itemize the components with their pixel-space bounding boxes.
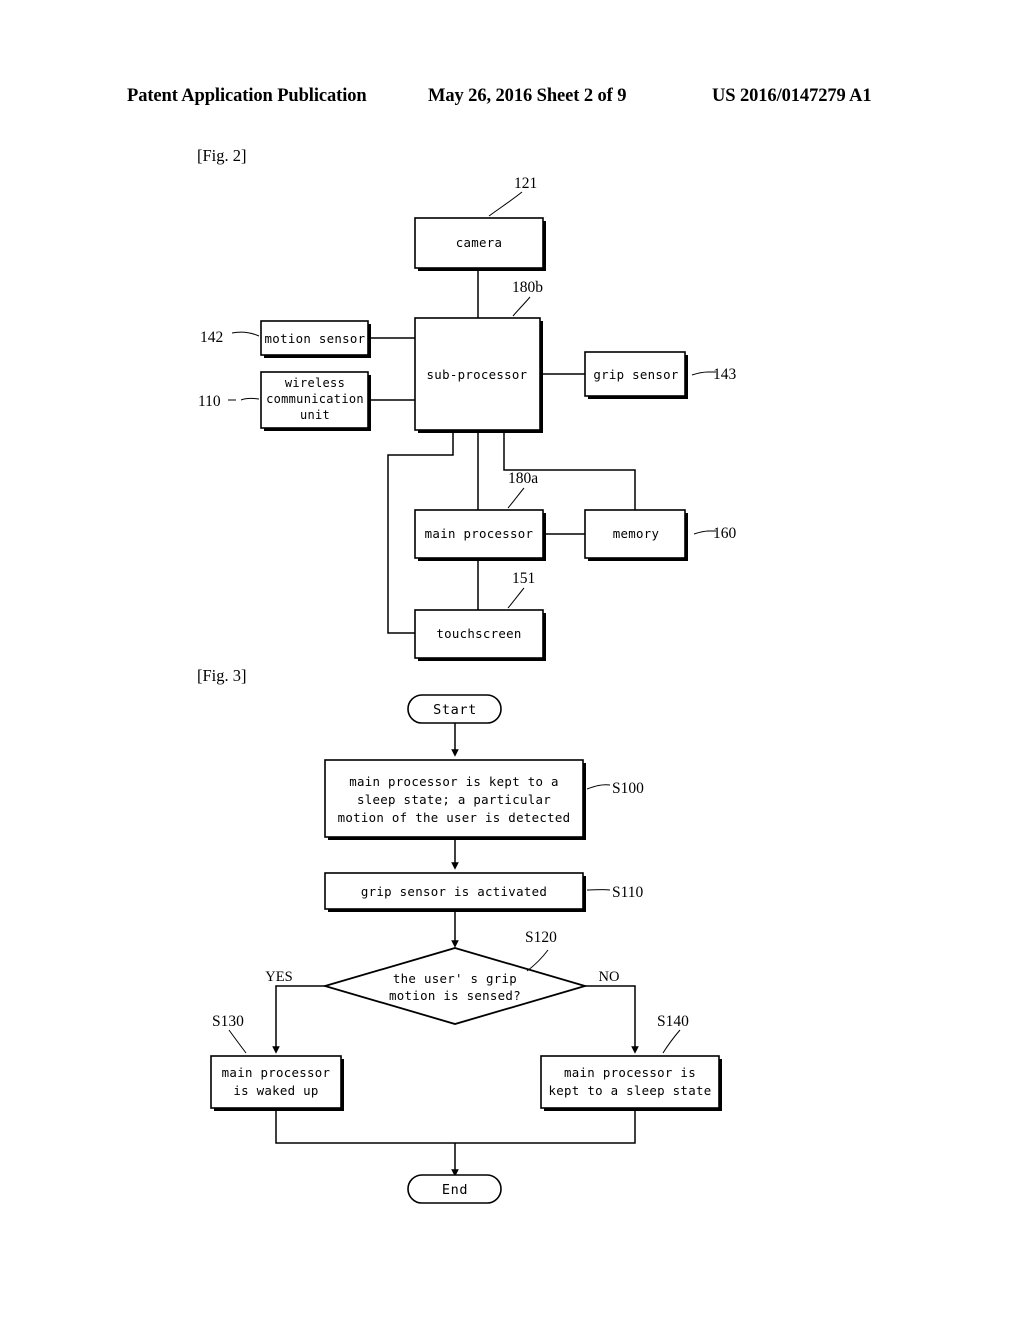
flow-node-s130: main processor is waked up xyxy=(210,1055,344,1111)
block-grip-sensor: grip sensor xyxy=(584,351,688,399)
leader-line-110 xyxy=(240,397,260,401)
leader-line-s120 xyxy=(526,949,549,972)
reference-numeral-142: 142 xyxy=(200,329,223,346)
block-sub-processor-label: sub-processor xyxy=(427,367,528,382)
connector-subprocessor-touchscreen xyxy=(387,430,454,634)
reference-label-s100: S100 xyxy=(612,780,644,797)
flow-node-s100: main processor is kept to a sleep state;… xyxy=(324,759,586,840)
flow-node-s140-line1: main processor is xyxy=(564,1065,696,1080)
leader-line-s130 xyxy=(228,1029,247,1054)
block-touchscreen-label: touchscreen xyxy=(436,626,521,641)
flow-node-end: End xyxy=(407,1174,502,1204)
block-main-processor: main processor xyxy=(414,509,546,561)
flow-node-s100-line3: motion of the user is detected xyxy=(338,810,571,825)
flow-node-s130-line1: main processor xyxy=(222,1065,331,1080)
reference-numeral-180a: 180a xyxy=(508,470,538,487)
leader-line-142 xyxy=(231,331,260,337)
flow-node-start-label: Start xyxy=(433,702,477,718)
flow-node-s130-line2: is waked up xyxy=(233,1083,318,1098)
block-motion-sensor: motion sensor xyxy=(260,320,371,358)
flow-node-s120-line2: motion is sensed? xyxy=(389,988,521,1003)
block-camera-label: camera xyxy=(456,235,503,250)
block-memory-label: memory xyxy=(613,526,660,541)
header-publication-number: US 2016/0147279 A1 xyxy=(712,86,872,106)
reference-numeral-151: 151 xyxy=(512,570,535,587)
edge-s120-yes-to-s130 xyxy=(272,985,325,1054)
block-wireless-label-line2: communication xyxy=(266,392,364,406)
branch-label-yes: YES xyxy=(265,969,292,985)
reference-numeral-160: 160 xyxy=(713,525,737,542)
reference-label-s110: S110 xyxy=(612,884,644,901)
flow-node-s100-line2: sleep state; a particular xyxy=(357,792,551,807)
reference-label-s130: S130 xyxy=(212,1013,244,1030)
reference-label-s120: S120 xyxy=(525,929,557,946)
block-grip-sensor-label: grip sensor xyxy=(593,367,678,382)
header-date-sheet: May 26, 2016 Sheet 2 of 9 xyxy=(428,86,627,106)
leader-line-180b xyxy=(512,296,531,317)
flow-node-s140-line2: kept to a sleep state xyxy=(549,1083,712,1098)
figures-artwork: camera 121 sub-processor 180b motion sen… xyxy=(198,175,737,1204)
reference-numeral-110: 110 xyxy=(198,393,221,410)
page-header: Patent Application Publication May 26, 2… xyxy=(0,86,1024,116)
flow-node-s100-line1: main processor is kept to a xyxy=(349,774,559,789)
block-wireless-communication-unit: wireless communication unit xyxy=(260,371,371,431)
header-publication-title: Patent Application Publication xyxy=(127,86,367,106)
leader-line-180a xyxy=(507,487,525,509)
leader-line-160 xyxy=(693,530,710,535)
leader-line-s140 xyxy=(662,1029,681,1054)
block-wireless-label-line1: wireless xyxy=(285,376,345,390)
connector-subprocessor-memory xyxy=(503,430,636,510)
reference-label-s140: S140 xyxy=(657,1013,689,1030)
branch-label-no: NO xyxy=(599,969,620,985)
block-motion-sensor-label: motion sensor xyxy=(265,331,366,346)
patent-drawing-page: Patent Application Publication May 26, 2… xyxy=(0,0,1024,1320)
block-wireless-label-line3: unit xyxy=(300,408,330,422)
flow-node-s120: the user' s grip motion is sensed? xyxy=(321,947,589,1025)
edge-merge-to-end xyxy=(275,1111,636,1144)
flow-node-s110: grip sensor is activated xyxy=(324,872,586,912)
block-camera: camera xyxy=(414,217,546,271)
figure-3-label: [Fig. 3] xyxy=(197,666,247,685)
block-memory: memory xyxy=(584,509,688,561)
reference-numeral-180b: 180b xyxy=(512,279,543,296)
leader-line-s100 xyxy=(586,784,611,790)
figure-2-label: [Fig. 2] xyxy=(197,146,247,165)
block-sub-processor: sub-processor xyxy=(414,317,543,433)
reference-numeral-121: 121 xyxy=(514,175,537,192)
flow-node-s110-label: grip sensor is activated xyxy=(361,884,547,899)
block-main-processor-label: main processor xyxy=(425,526,534,541)
edge-s120-no-to-s140 xyxy=(585,985,639,1054)
reference-numeral-143: 143 xyxy=(713,366,737,383)
figure-2: camera 121 sub-processor 180b motion sen… xyxy=(198,175,737,661)
block-touchscreen: touchscreen xyxy=(414,609,546,661)
leader-line-143 xyxy=(691,371,709,376)
figure-3: Start main processor is kept to a sleep … xyxy=(210,694,722,1204)
flow-node-s120-line1: the user' s grip xyxy=(393,971,517,986)
flow-node-start: Start xyxy=(407,694,502,724)
flow-node-s140: main processor is kept to a sleep state xyxy=(540,1055,722,1111)
flow-node-end-label: End xyxy=(442,1182,468,1198)
leader-line-121 xyxy=(488,191,523,217)
leader-line-151 xyxy=(507,587,525,609)
